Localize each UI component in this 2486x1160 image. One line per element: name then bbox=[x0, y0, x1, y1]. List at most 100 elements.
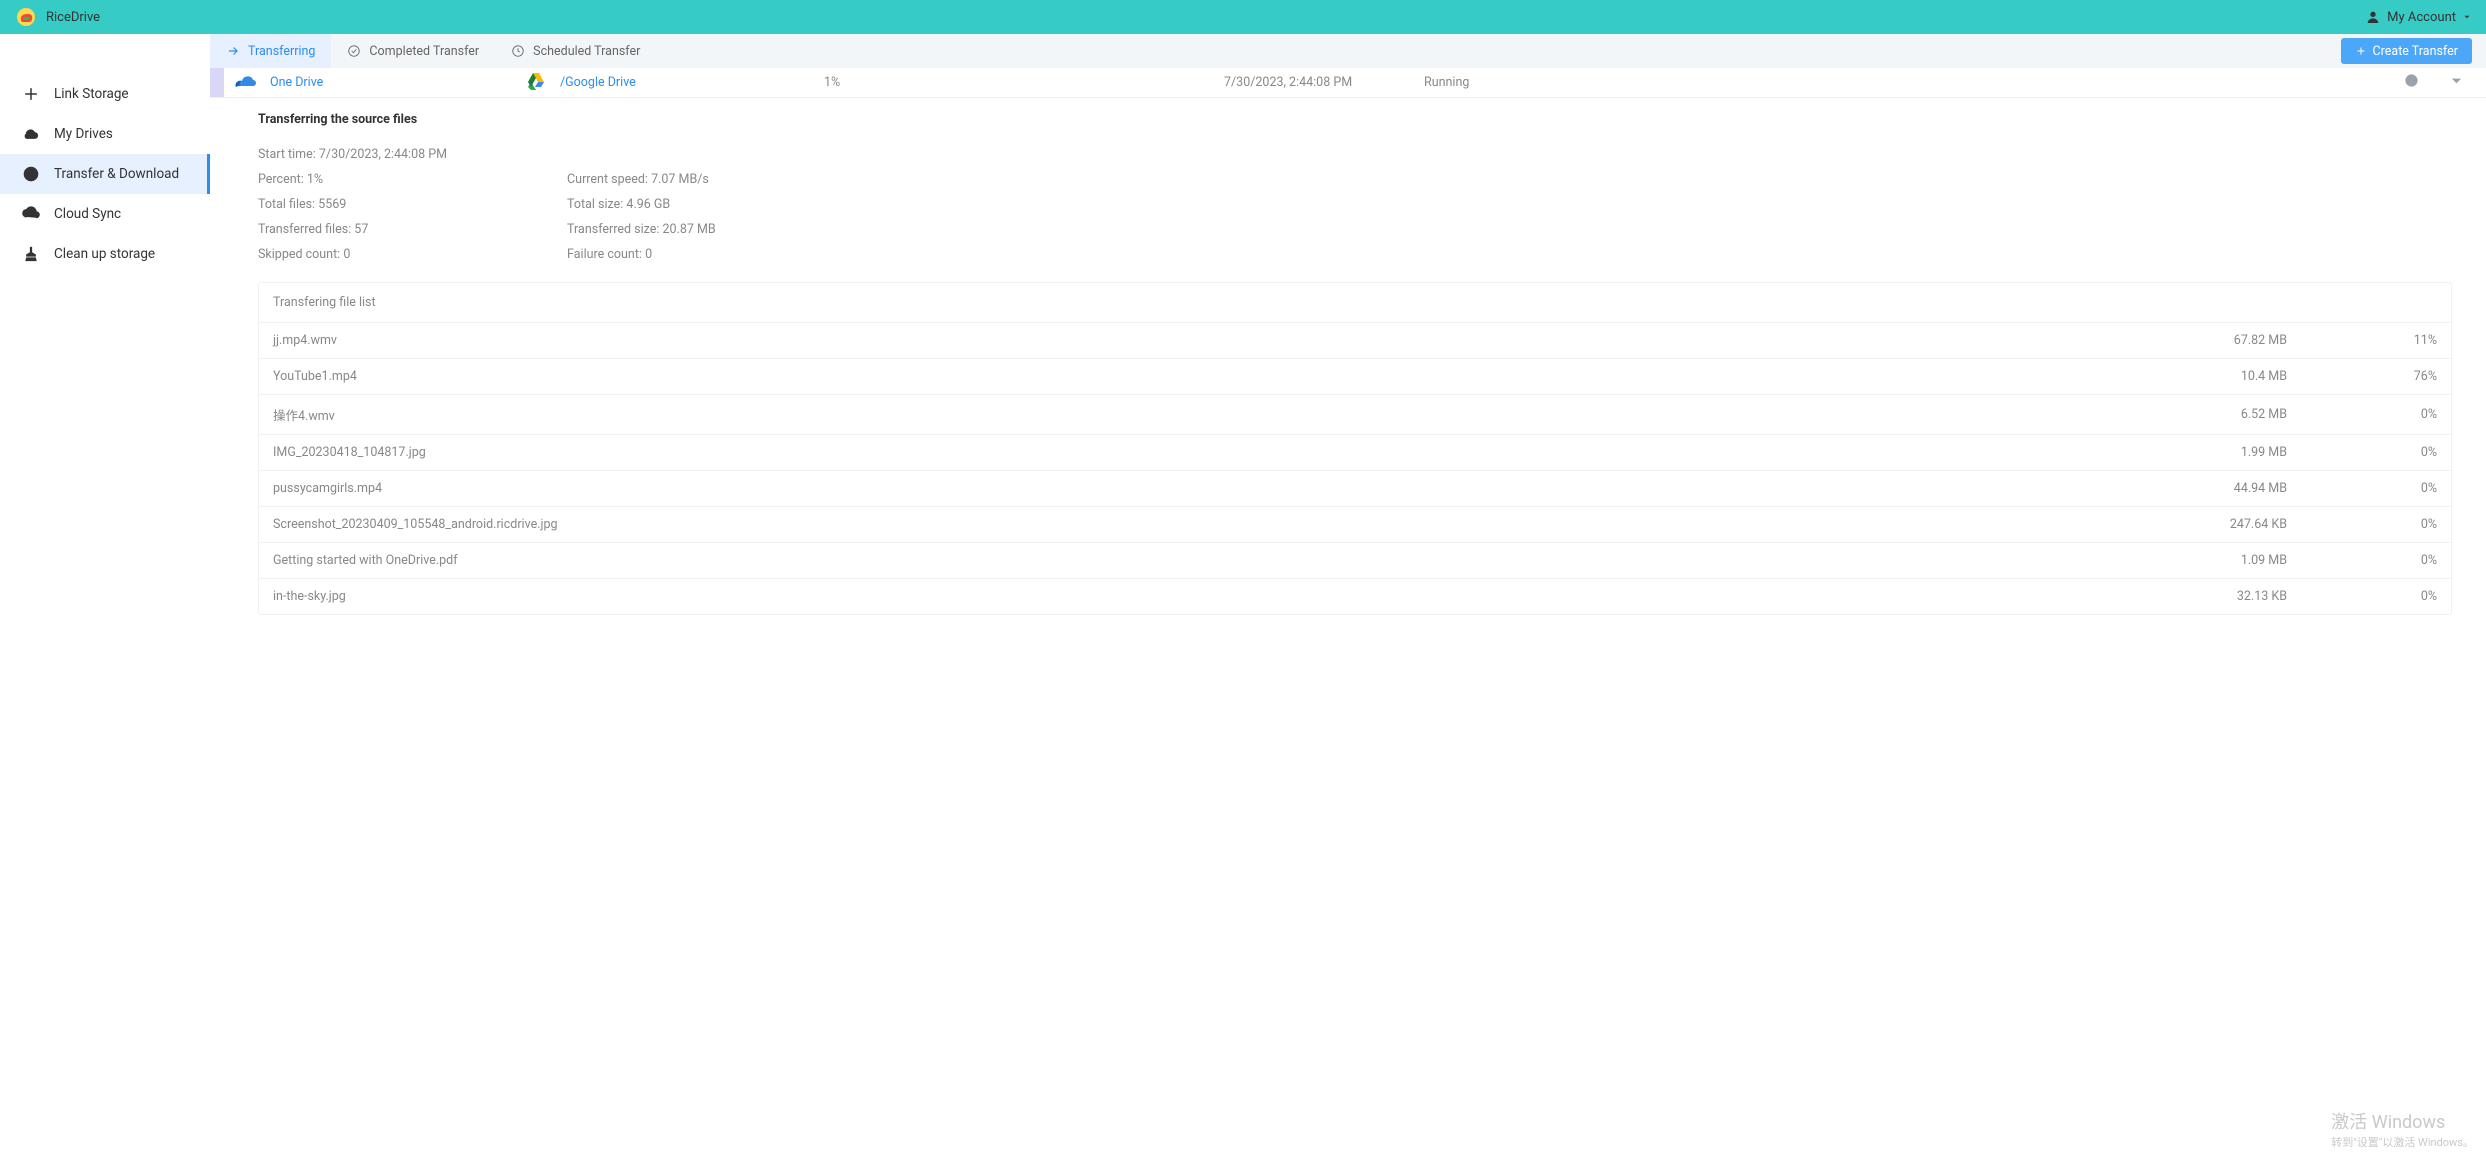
file-percent: 0% bbox=[2287, 481, 2437, 496]
file-size: 6.52 MB bbox=[2137, 407, 2287, 422]
file-list-row: YouTube1.mp410.4 MB76% bbox=[259, 359, 2451, 395]
chevron-down-icon bbox=[2462, 12, 2472, 22]
clock-icon bbox=[511, 44, 525, 58]
transfer-status: Running bbox=[1424, 75, 1544, 90]
cancel-button[interactable] bbox=[2404, 73, 2419, 92]
file-list-row: jj.mp4.wmv67.82 MB11% bbox=[259, 323, 2451, 359]
stats-left: Start time: 7/30/2023, 2:44:08 PM Percen… bbox=[258, 147, 447, 262]
stats-right: Current speed: 7.07 MB/s Total size: 4.9… bbox=[567, 147, 716, 262]
transfer-actions bbox=[2404, 73, 2486, 92]
sidebar: Link Storage My Drives Transfer & Downlo… bbox=[0, 34, 210, 1160]
detail-panel: Transferring the source files Start time… bbox=[210, 98, 2486, 1160]
transfer-icon bbox=[22, 165, 40, 183]
plus-icon bbox=[2355, 45, 2367, 57]
file-name: jj.mp4.wmv bbox=[273, 333, 2137, 348]
file-size: 1.09 MB bbox=[2137, 553, 2287, 568]
stat-value: 0 bbox=[343, 247, 350, 262]
file-name: YouTube1.mp4 bbox=[273, 369, 2137, 384]
google-drive-icon bbox=[524, 69, 548, 97]
stat-label: Total size: bbox=[567, 197, 623, 212]
file-percent: 76% bbox=[2287, 369, 2437, 384]
file-list-row: pussycamgirls.mp444.94 MB0% bbox=[259, 471, 2451, 507]
transfer-destination: /Google Drive bbox=[524, 69, 824, 97]
sidebar-item-label: My Drives bbox=[54, 126, 113, 142]
transfer-row[interactable]: One Drive /Google Drive 1% 7/30/2023, 2:… bbox=[210, 68, 2486, 98]
file-percent: 0% bbox=[2287, 445, 2437, 460]
file-percent: 0% bbox=[2287, 407, 2437, 422]
sidebar-item-cloud-sync[interactable]: Cloud Sync bbox=[0, 194, 210, 234]
layout: Link Storage My Drives Transfer & Downlo… bbox=[0, 34, 2486, 1160]
stat-label: Failure count: bbox=[567, 247, 642, 262]
file-size: 10.4 MB bbox=[2137, 369, 2287, 384]
file-size: 247.64 KB bbox=[2137, 517, 2287, 532]
tab-scheduled[interactable]: Scheduled Transfer bbox=[495, 34, 656, 68]
main: Transferring Completed Transfer Schedule… bbox=[210, 34, 2486, 1160]
transfer-source: One Drive bbox=[224, 69, 524, 97]
create-transfer-label: Create Transfer bbox=[2373, 44, 2458, 59]
tab-label: Transferring bbox=[248, 44, 315, 59]
transfer-destination-name: /Google Drive bbox=[560, 75, 636, 90]
file-list-row: in-the-sky.jpg32.13 KB0% bbox=[259, 579, 2451, 614]
file-size: 32.13 KB bbox=[2137, 589, 2287, 604]
file-name: Getting started with OneDrive.pdf bbox=[273, 553, 2137, 568]
expand-toggle[interactable] bbox=[2449, 73, 2464, 92]
stat-value: 57 bbox=[354, 222, 368, 237]
file-list-row: 操作4.wmv6.52 MB0% bbox=[259, 395, 2451, 435]
file-name: in-the-sky.jpg bbox=[273, 589, 2137, 604]
detail-title: Transferring the source files bbox=[258, 112, 2452, 127]
sidebar-item-cleanup[interactable]: Clean up storage bbox=[0, 234, 210, 274]
onedrive-icon bbox=[234, 69, 258, 97]
stat-label: Current speed: bbox=[567, 172, 648, 187]
sync-icon bbox=[22, 205, 40, 223]
topbar: RiceDrive My Account bbox=[0, 0, 2486, 34]
stat-label: Percent: bbox=[258, 172, 304, 187]
file-size: 1.99 MB bbox=[2137, 445, 2287, 460]
arrow-right-icon bbox=[226, 44, 240, 58]
plus-icon bbox=[22, 85, 40, 103]
account-label: My Account bbox=[2387, 10, 2456, 25]
sidebar-item-label: Transfer & Download bbox=[54, 166, 179, 182]
stat-value: 20.87 MB bbox=[663, 222, 716, 237]
broom-icon bbox=[22, 245, 40, 263]
stat-label: Skipped count: bbox=[258, 247, 340, 262]
file-list-row: IMG_20230418_104817.jpg1.99 MB0% bbox=[259, 435, 2451, 471]
sidebar-item-my-drives[interactable]: My Drives bbox=[0, 114, 210, 154]
file-list-row: Screenshot_20230409_105548_android.ricdr… bbox=[259, 507, 2451, 543]
file-size: 44.94 MB bbox=[2137, 481, 2287, 496]
tab-label: Scheduled Transfer bbox=[533, 44, 640, 59]
stat-label: Total files: bbox=[258, 197, 315, 212]
stat-label: Transferred files: bbox=[258, 222, 351, 237]
stat-value: 0 bbox=[645, 247, 652, 262]
file-list-row: Getting started with OneDrive.pdf1.09 MB… bbox=[259, 543, 2451, 579]
file-percent: 0% bbox=[2287, 517, 2437, 532]
cloud-icon bbox=[22, 125, 40, 143]
transfer-percent: 1% bbox=[824, 75, 1224, 90]
stat-label: Start time: bbox=[258, 147, 316, 162]
account-menu[interactable]: My Account bbox=[2365, 9, 2472, 25]
sidebar-item-label: Cloud Sync bbox=[54, 206, 121, 222]
stat-value: 4.96 GB bbox=[626, 197, 670, 212]
file-name: pussycamgirls.mp4 bbox=[273, 481, 2137, 496]
file-size: 67.82 MB bbox=[2137, 333, 2287, 348]
tab-label: Completed Transfer bbox=[369, 44, 479, 59]
create-transfer-button[interactable]: Create Transfer bbox=[2341, 38, 2472, 64]
stat-value: 1% bbox=[307, 172, 323, 187]
file-list: Transfering file list jj.mp4.wmv67.82 MB… bbox=[258, 282, 2452, 615]
transfer-source-name: One Drive bbox=[270, 75, 323, 90]
check-circle-icon bbox=[347, 44, 361, 58]
sidebar-item-label: Link Storage bbox=[54, 86, 129, 102]
sidebar-item-link-storage[interactable]: Link Storage bbox=[0, 74, 210, 114]
file-name: 操作4.wmv bbox=[273, 405, 2137, 424]
user-icon bbox=[2365, 9, 2381, 25]
sidebar-item-transfer[interactable]: Transfer & Download bbox=[0, 154, 210, 194]
row-accent bbox=[210, 68, 224, 97]
file-list-head: Transfering file list bbox=[259, 283, 2451, 323]
file-name: Screenshot_20230409_105548_android.ricdr… bbox=[273, 517, 2137, 532]
tab-completed[interactable]: Completed Transfer bbox=[331, 34, 495, 68]
file-percent: 0% bbox=[2287, 553, 2437, 568]
stat-value: 7/30/2023, 2:44:08 PM bbox=[319, 147, 447, 162]
file-percent: 11% bbox=[2287, 333, 2437, 348]
tab-transferring[interactable]: Transferring bbox=[210, 34, 331, 68]
file-percent: 0% bbox=[2287, 589, 2437, 604]
sidebar-item-label: Clean up storage bbox=[54, 246, 155, 262]
